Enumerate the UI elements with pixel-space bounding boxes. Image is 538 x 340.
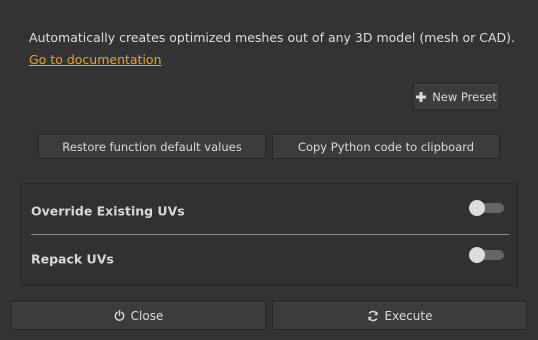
divider: [31, 234, 509, 235]
override-uvs-label: Override Existing UVs: [31, 203, 185, 219]
execute-label: Execute: [384, 308, 433, 323]
override-uvs-toggle[interactable]: [469, 200, 504, 216]
plus-icon: [416, 91, 427, 102]
close-button[interactable]: Close: [11, 301, 266, 330]
repack-uvs-label: Repack UVs: [31, 251, 114, 267]
option-row-repack-uvs: Repack UVs: [21, 236, 517, 282]
toggle-knob: [469, 247, 485, 263]
options-panel: Override Existing UVs Repack UVs: [20, 183, 518, 286]
new-preset-label: New Preset: [432, 89, 497, 104]
restore-defaults-button[interactable]: Restore function default values: [38, 134, 266, 159]
power-icon: [114, 310, 125, 321]
close-label: Close: [130, 308, 164, 323]
tool-description: Automatically creates optimized meshes o…: [29, 30, 516, 45]
documentation-link[interactable]: Go to documentation: [29, 52, 162, 67]
option-row-override-uvs: Override Existing UVs: [21, 188, 517, 234]
copy-python-button[interactable]: Copy Python code to clipboard: [272, 134, 500, 159]
execute-button[interactable]: Execute: [272, 301, 527, 330]
repack-uvs-toggle[interactable]: [469, 247, 504, 263]
toggle-knob: [469, 200, 485, 216]
new-preset-button[interactable]: New Preset: [413, 83, 500, 110]
refresh-icon: [367, 310, 379, 322]
